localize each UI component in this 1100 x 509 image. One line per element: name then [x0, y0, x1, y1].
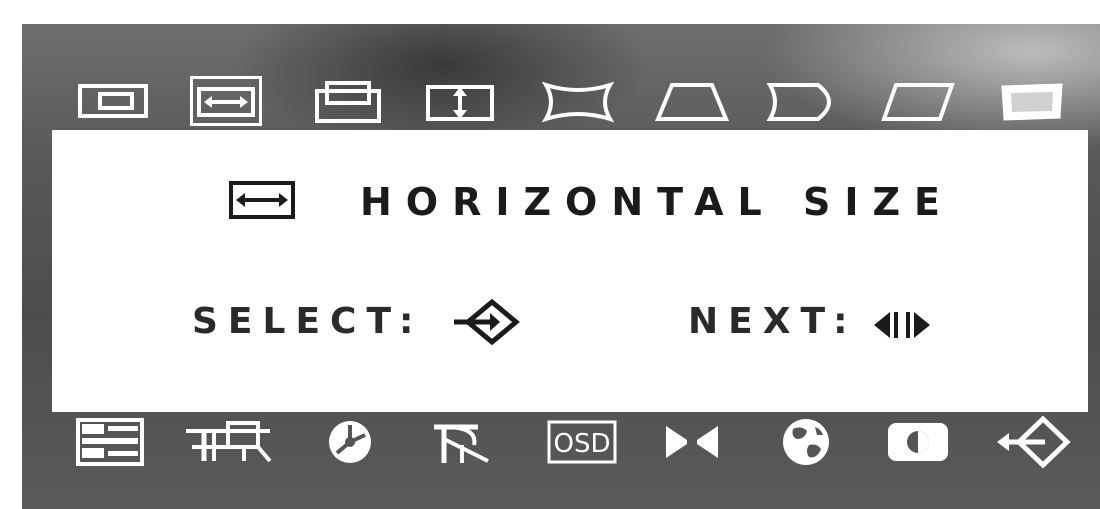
next-label: NEXT: [688, 301, 858, 342]
degauss-icon[interactable] [302, 414, 398, 470]
contrast-icon[interactable] [870, 414, 966, 470]
vertical-position-icon[interactable] [300, 76, 396, 128]
item-title: HORIZONTAL SIZE [360, 180, 955, 224]
pin-balance-icon[interactable] [756, 76, 852, 128]
horizontal-position-icon[interactable] [66, 76, 162, 128]
rotation-icon[interactable] [984, 76, 1080, 128]
osd-icon[interactable]: OSD [534, 414, 630, 470]
language-icon[interactable] [758, 414, 854, 470]
exit-icon[interactable] [984, 414, 1080, 470]
item-title-row: HORIZONTAL SIZE [0, 172, 1100, 228]
pincushion-icon[interactable] [530, 76, 626, 128]
convergence-icon[interactable] [180, 414, 276, 470]
moire-icon[interactable] [414, 414, 510, 470]
left-right-arrows-icon [872, 308, 934, 342]
horizontal-size-icon[interactable] [178, 76, 274, 128]
vertical-size-icon[interactable] [412, 76, 508, 128]
parallelogram-icon[interactable] [870, 76, 966, 128]
trapezoid-icon[interactable] [644, 76, 740, 128]
recall-icon[interactable] [644, 414, 740, 470]
menu-list-icon[interactable] [62, 414, 158, 470]
osd-icon-text: OSD [554, 429, 611, 459]
enter-arrow-icon [452, 298, 522, 346]
select-label: SELECT: [192, 301, 424, 342]
horizontal-size-icon [228, 180, 296, 220]
